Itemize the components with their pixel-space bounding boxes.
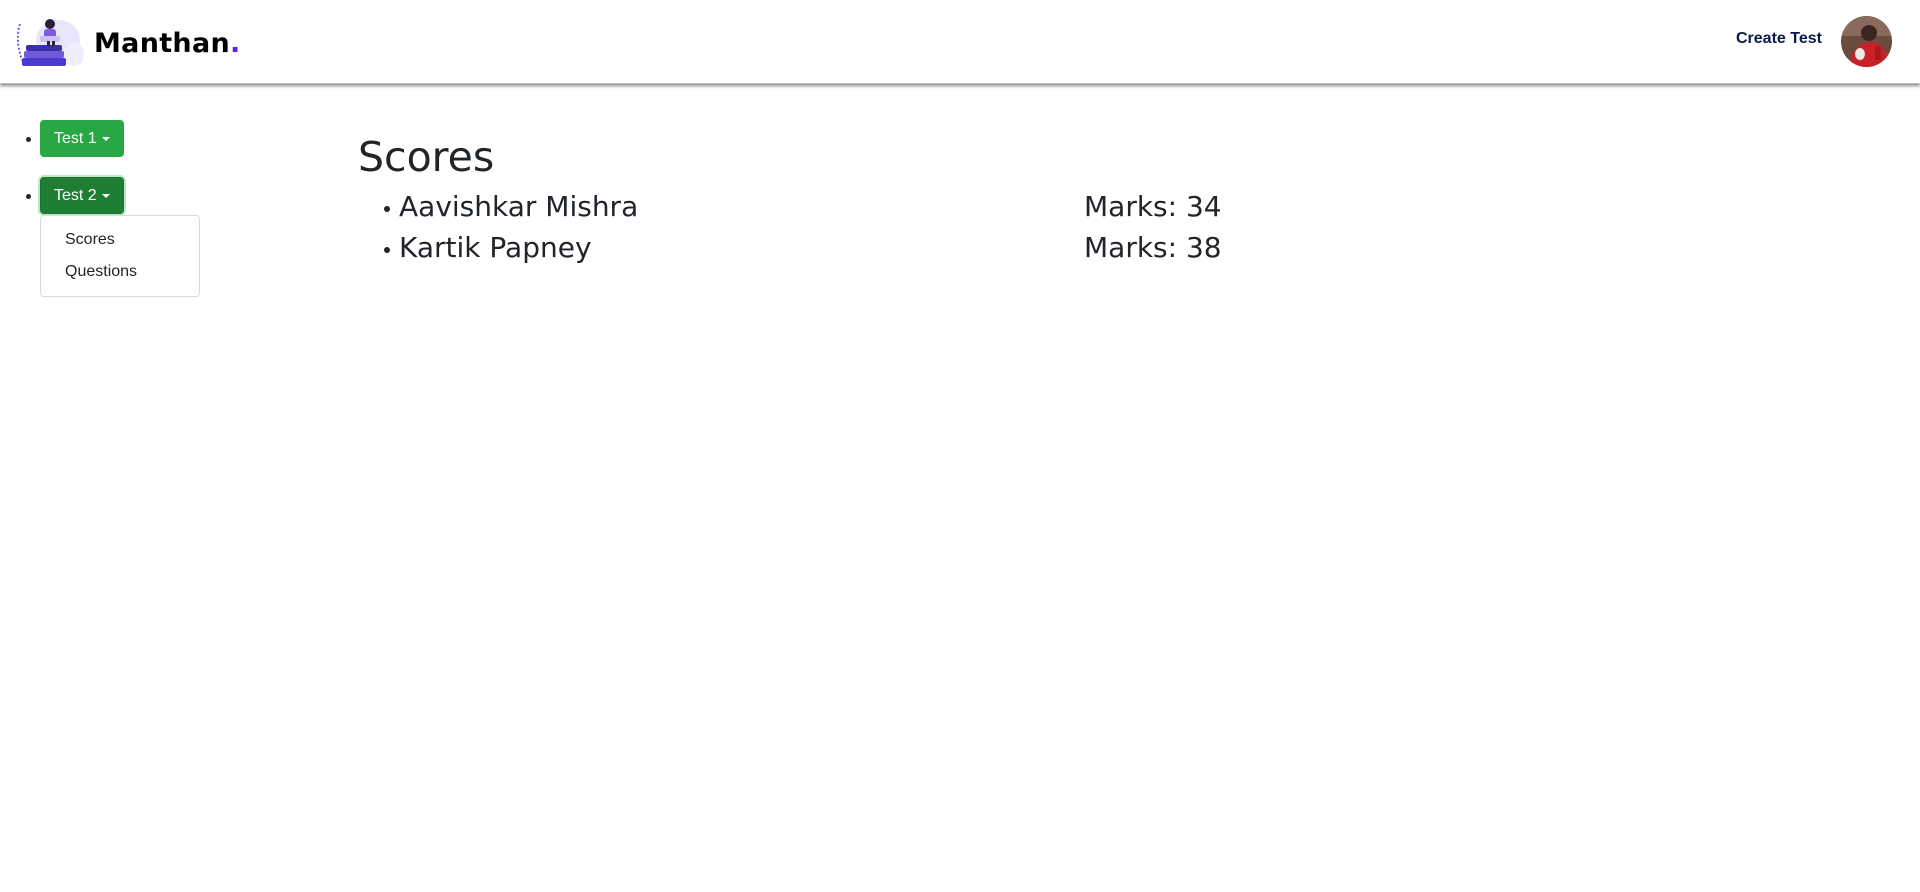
navbar: Manthan. Create Test	[0, 0, 1920, 84]
create-test-link[interactable]: Create Test	[1736, 30, 1822, 48]
test-1-dropdown-button[interactable]: Test 1	[40, 120, 124, 157]
student-marks: Marks: 34	[1084, 190, 1222, 223]
logo-icon	[16, 19, 84, 66]
score-list: Aavishkar Mishra Marks: 34 Kartik Papney…	[358, 186, 1758, 268]
menu-item-questions[interactable]: Questions	[41, 256, 199, 288]
student-name: Aavishkar Mishra	[399, 190, 639, 223]
sidebar: Test 1 Test 2 Scores Questions	[0, 120, 300, 297]
user-avatar-icon	[1841, 16, 1892, 67]
page-title: Scores	[358, 133, 495, 181]
sidebar-item-test-1: Test 1	[0, 120, 300, 157]
brand-dot: .	[229, 27, 241, 59]
student-marks: Marks: 38	[1084, 231, 1222, 264]
score-row: Kartik Papney Marks: 38	[358, 227, 1758, 268]
test-2-dropdown-menu: Scores Questions	[40, 215, 200, 297]
test-2-label: Test 2	[54, 186, 97, 204]
brand-link[interactable]: Manthan.	[14, 14, 240, 72]
test-list: Test 1 Test 2 Scores Questions	[0, 120, 300, 297]
test-1-label: Test 1	[54, 129, 97, 147]
student-name: Kartik Papney	[399, 231, 592, 264]
caret-down-icon	[101, 193, 110, 198]
brand-name: Manthan	[94, 27, 230, 59]
menu-item-scores[interactable]: Scores	[41, 224, 199, 256]
caret-down-icon	[101, 136, 110, 141]
sidebar-item-test-2: Test 2 Scores Questions	[0, 177, 300, 297]
main-content: Scores Aavishkar Mishra Marks: 34 Kartik…	[358, 132, 1758, 268]
avatar[interactable]	[1841, 16, 1892, 67]
score-row: Aavishkar Mishra Marks: 34	[358, 186, 1758, 227]
test-2-dropdown-button[interactable]: Test 2	[40, 177, 124, 214]
